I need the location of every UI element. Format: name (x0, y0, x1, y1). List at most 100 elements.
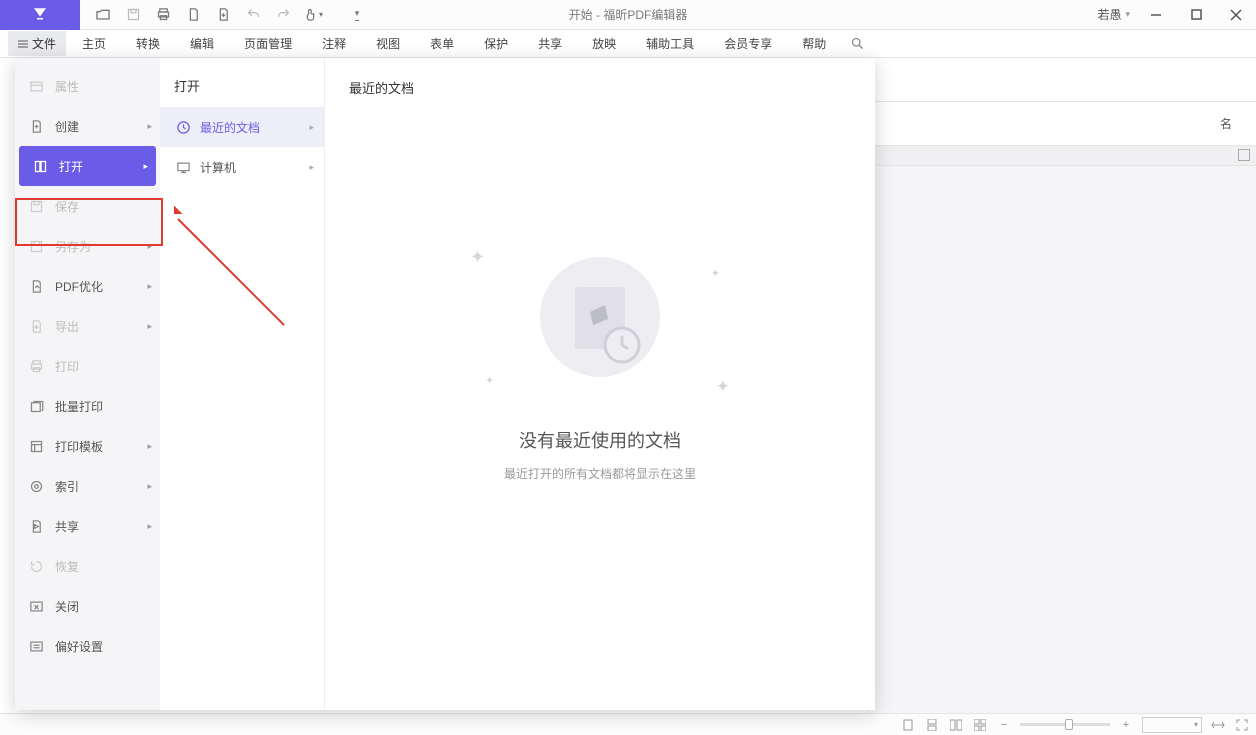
sidebar-item-save[interactable]: 保存 (15, 186, 160, 226)
tab-view[interactable]: 视图 (362, 31, 414, 56)
optimize-icon (27, 277, 45, 295)
bg-header (866, 58, 1256, 102)
chevron-right-icon: ▸ (147, 321, 152, 332)
tab-edit[interactable]: 编辑 (176, 31, 228, 56)
preferences-icon (27, 637, 45, 655)
ribbon-tabs: 文件 主页 转换 编辑 页面管理 注释 视图 表单 保护 共享 放映 辅助工具 … (0, 30, 1256, 58)
user-menu[interactable]: 若愚▾ (1091, 6, 1136, 23)
chevron-right-icon: ▸ (309, 122, 314, 133)
sub-item-recent[interactable]: 最近的文档 ▸ (160, 107, 324, 147)
sidebar-item-close[interactable]: 关闭 (15, 586, 160, 626)
open-icon[interactable] (90, 2, 116, 28)
tab-page-manage[interactable]: 页面管理 (230, 31, 306, 56)
chevron-right-icon: ▸ (147, 241, 152, 252)
sidebar-item-restore[interactable]: 恢复 (15, 546, 160, 586)
sparkle-icon: ✦ (711, 267, 720, 280)
fullscreen-icon[interactable] (1234, 717, 1250, 733)
page-icon[interactable] (180, 2, 206, 28)
sidebar-item-preferences[interactable]: 偏好设置 (15, 626, 160, 666)
undo-icon[interactable] (240, 2, 266, 28)
tab-member[interactable]: 会员专享 (710, 31, 786, 56)
file-menu-panel: 属性 创建 ▸ 打开 ▸ 保存 另存为 ▸ PDF优化 ▸ 导出 (15, 58, 875, 710)
sidebar-label: 索引 (55, 478, 79, 495)
zoom-slider[interactable] (1020, 723, 1110, 726)
fit-width-icon[interactable] (1210, 717, 1226, 733)
sidebar-item-properties[interactable]: 属性 (15, 66, 160, 106)
open-sub-panel: 打开 最近的文档 ▸ 计算机 ▸ (160, 58, 325, 710)
sidebar-label: 属性 (55, 78, 79, 95)
sidebar-label: 打印模板 (55, 438, 103, 455)
clock-icon (174, 118, 192, 136)
view-single-icon[interactable] (900, 717, 916, 733)
maximize-button[interactable] (1176, 0, 1216, 30)
tab-convert[interactable]: 转换 (122, 31, 174, 56)
tab-annotate[interactable]: 注释 (308, 31, 360, 56)
chevron-right-icon: ▸ (143, 161, 148, 172)
redo-icon[interactable] (270, 2, 296, 28)
sidebar-item-open[interactable]: 打开 ▸ (19, 146, 156, 186)
sidebar-item-batch-print[interactable]: 批量打印 (15, 386, 160, 426)
computer-icon (174, 158, 192, 176)
sidebar-label: 批量打印 (55, 398, 103, 415)
tab-accessibility[interactable]: 辅助工具 (632, 31, 708, 56)
tab-form[interactable]: 表单 (416, 31, 468, 56)
empty-state: ✦ ✦ ✦ ✦ 没有最近使用的文档 最近打开的所有文档都将显示在这里 (349, 237, 851, 482)
file-sidebar: 属性 创建 ▸ 打开 ▸ 保存 另存为 ▸ PDF优化 ▸ 导出 (15, 58, 160, 710)
open-main-panel: 最近的文档 ✦ ✦ ✦ ✦ 没有最近使用的文档 最近打开的所有文档都将显示在这里 (325, 58, 875, 710)
sidebar-item-export[interactable]: 导出 ▸ (15, 306, 160, 346)
sidebar-item-index[interactable]: 索引 ▸ (15, 466, 160, 506)
sub-item-label: 最近的文档 (200, 119, 260, 136)
zoom-in-icon[interactable]: + (1118, 717, 1134, 733)
collapse-icon[interactable] (1238, 149, 1250, 161)
tab-help[interactable]: 帮助 (788, 31, 840, 56)
sidebar-item-share[interactable]: 共享 ▸ (15, 506, 160, 546)
new-page-icon[interactable] (210, 2, 236, 28)
status-bar-right: − + ▾ (900, 717, 1250, 733)
tab-present[interactable]: 放映 (578, 31, 630, 56)
bg-strip (866, 146, 1256, 166)
save-icon[interactable] (120, 2, 146, 28)
sidebar-item-create[interactable]: 创建 ▸ (15, 106, 160, 146)
close-button[interactable] (1216, 0, 1256, 30)
saveas-icon (27, 237, 45, 255)
chevron-right-icon: ▸ (147, 441, 152, 452)
qat-customize-icon[interactable]: ▾ (344, 2, 370, 28)
chevron-right-icon: ▸ (147, 521, 152, 532)
batch-print-icon (27, 397, 45, 415)
sidebar-item-saveas[interactable]: 另存为 ▸ (15, 226, 160, 266)
window-title: 开始 - 福昕PDF编辑器 (569, 6, 688, 23)
view-facing-continuous-icon[interactable] (972, 717, 988, 733)
tab-home[interactable]: 主页 (68, 31, 120, 56)
background-content: 名 (866, 58, 1256, 718)
sidebar-label: 保存 (55, 198, 79, 215)
sidebar-item-print-template[interactable]: 打印模板 ▸ (15, 426, 160, 466)
sidebar-label: 共享 (55, 518, 79, 535)
tab-share[interactable]: 共享 (524, 31, 576, 56)
open-icon (31, 157, 49, 175)
empty-subtext: 最近打开的所有文档都将显示在这里 (504, 465, 696, 482)
status-bar: − + ▾ (0, 713, 1256, 735)
minimize-button[interactable] (1136, 0, 1176, 30)
touch-icon[interactable]: ▾ (300, 2, 326, 28)
empty-heading: 没有最近使用的文档 (519, 427, 681, 453)
sidebar-label: 恢复 (55, 558, 79, 575)
file-tab-label: 文件 (32, 35, 56, 52)
sidebar-label: 偏好设置 (55, 638, 103, 655)
tab-protect[interactable]: 保护 (470, 31, 522, 56)
chevron-right-icon: ▸ (147, 481, 152, 492)
sidebar-item-optimize[interactable]: PDF优化 ▸ (15, 266, 160, 306)
sidebar-label: 另存为 (55, 238, 91, 255)
view-continuous-icon[interactable] (924, 717, 940, 733)
app-logo (0, 0, 80, 30)
print-icon[interactable] (150, 2, 176, 28)
zoom-select[interactable]: ▾ (1142, 717, 1202, 733)
sub-item-label: 计算机 (200, 159, 236, 176)
file-tab[interactable]: 文件 (8, 31, 66, 56)
user-name: 若愚 (1097, 6, 1121, 23)
zoom-out-icon[interactable]: − (996, 717, 1012, 733)
view-facing-icon[interactable] (948, 717, 964, 733)
sidebar-item-print[interactable]: 打印 (15, 346, 160, 386)
search-icon[interactable] (850, 36, 865, 51)
sub-item-computer[interactable]: 计算机 ▸ (160, 147, 324, 187)
open-sub-header: 打开 (160, 76, 324, 107)
